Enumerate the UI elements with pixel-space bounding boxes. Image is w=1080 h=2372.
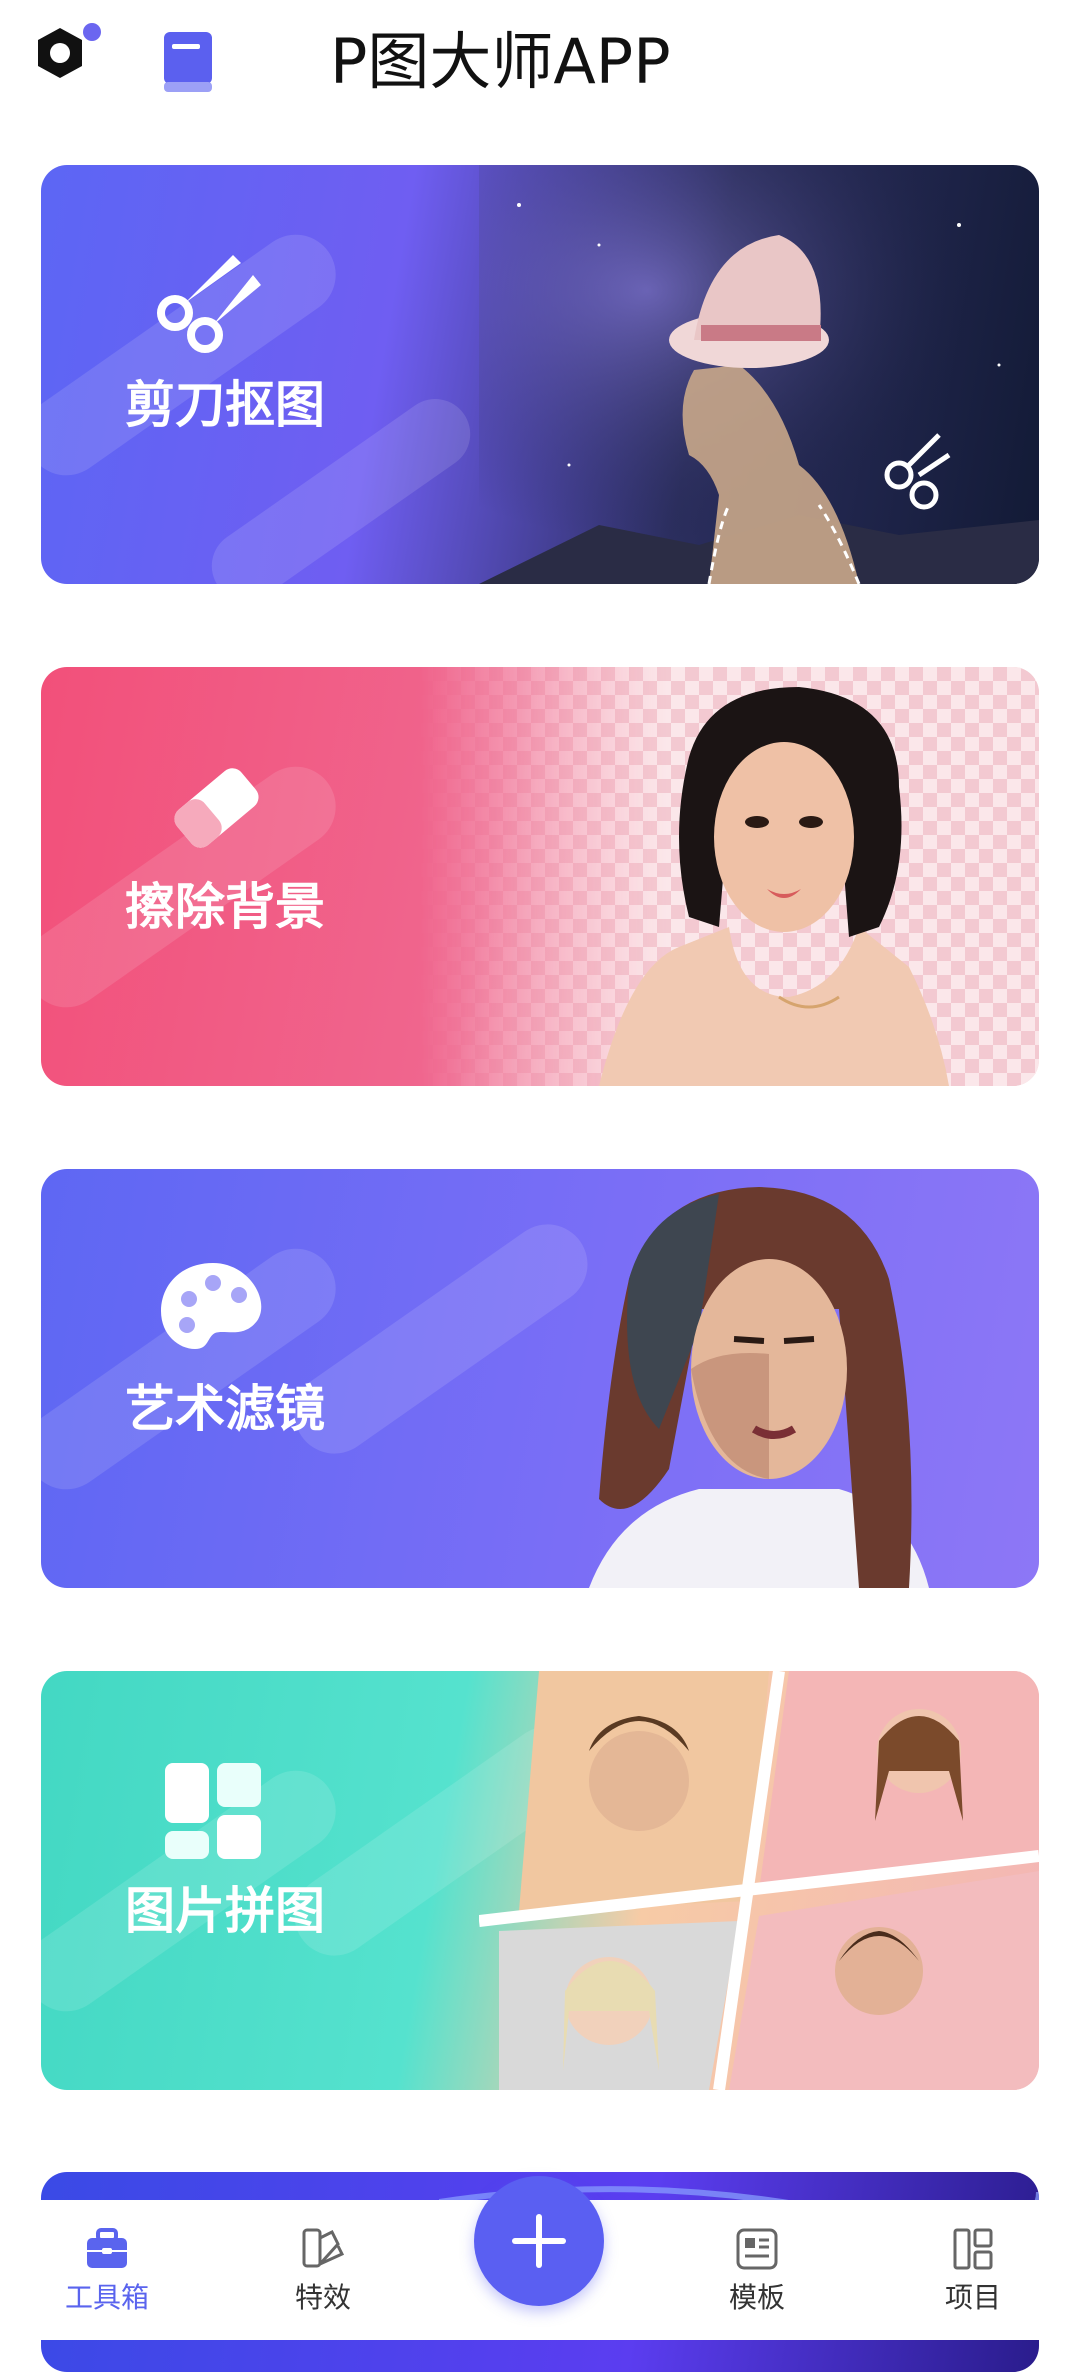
cutout-card[interactable]: 剪刀抠图 <box>41 165 1039 584</box>
card-title: 艺术滤镜 <box>125 1380 325 1438</box>
painted-portrait-illustration <box>589 1187 929 1588</box>
plus-icon <box>512 2214 566 2268</box>
effects-icon <box>302 2228 345 2268</box>
nav-item-toolbox[interactable]: 工具箱 <box>52 2224 162 2324</box>
nav-item-template[interactable]: 模板 <box>702 2224 812 2324</box>
page-title: P图大师APP <box>330 25 671 98</box>
settings-icon[interactable] <box>30 20 102 92</box>
collage-photos-illustration <box>479 1671 1039 2090</box>
eraser-icon <box>174 768 259 848</box>
card-title: 图片拼图 <box>125 1882 325 1940</box>
art-filter-card[interactable]: 艺术滤镜 <box>41 1169 1039 1588</box>
collage-card[interactable]: 图片拼图 <box>41 1671 1039 2090</box>
project-icon <box>953 2228 993 2270</box>
erase-background-card[interactable]: 擦除背景 <box>41 667 1039 1086</box>
add-button[interactable] <box>474 2176 604 2306</box>
nav-label: 模板 <box>728 2281 785 2314</box>
card-title: 剪刀抠图 <box>125 376 325 434</box>
nav-item-effects[interactable]: 特效 <box>268 2224 378 2324</box>
collage-icon <box>165 1763 261 1859</box>
palette-icon <box>161 1263 262 1349</box>
book-icon[interactable] <box>158 30 218 96</box>
nav-label: 特效 <box>294 2281 351 2314</box>
toolbox-icon <box>87 2228 127 2268</box>
portrait-illustration <box>479 165 1039 584</box>
nav-item-project[interactable]: 项目 <box>918 2224 1028 2324</box>
nav-label: 项目 <box>944 2281 1001 2314</box>
template-icon <box>736 2228 778 2270</box>
scissors-icon <box>157 255 261 353</box>
nav-label: 工具箱 <box>64 2281 149 2314</box>
card-title: 擦除背景 <box>125 878 325 936</box>
app-header: P图大师APP <box>0 0 1080 130</box>
woman-portrait-illustration <box>599 687 949 1086</box>
